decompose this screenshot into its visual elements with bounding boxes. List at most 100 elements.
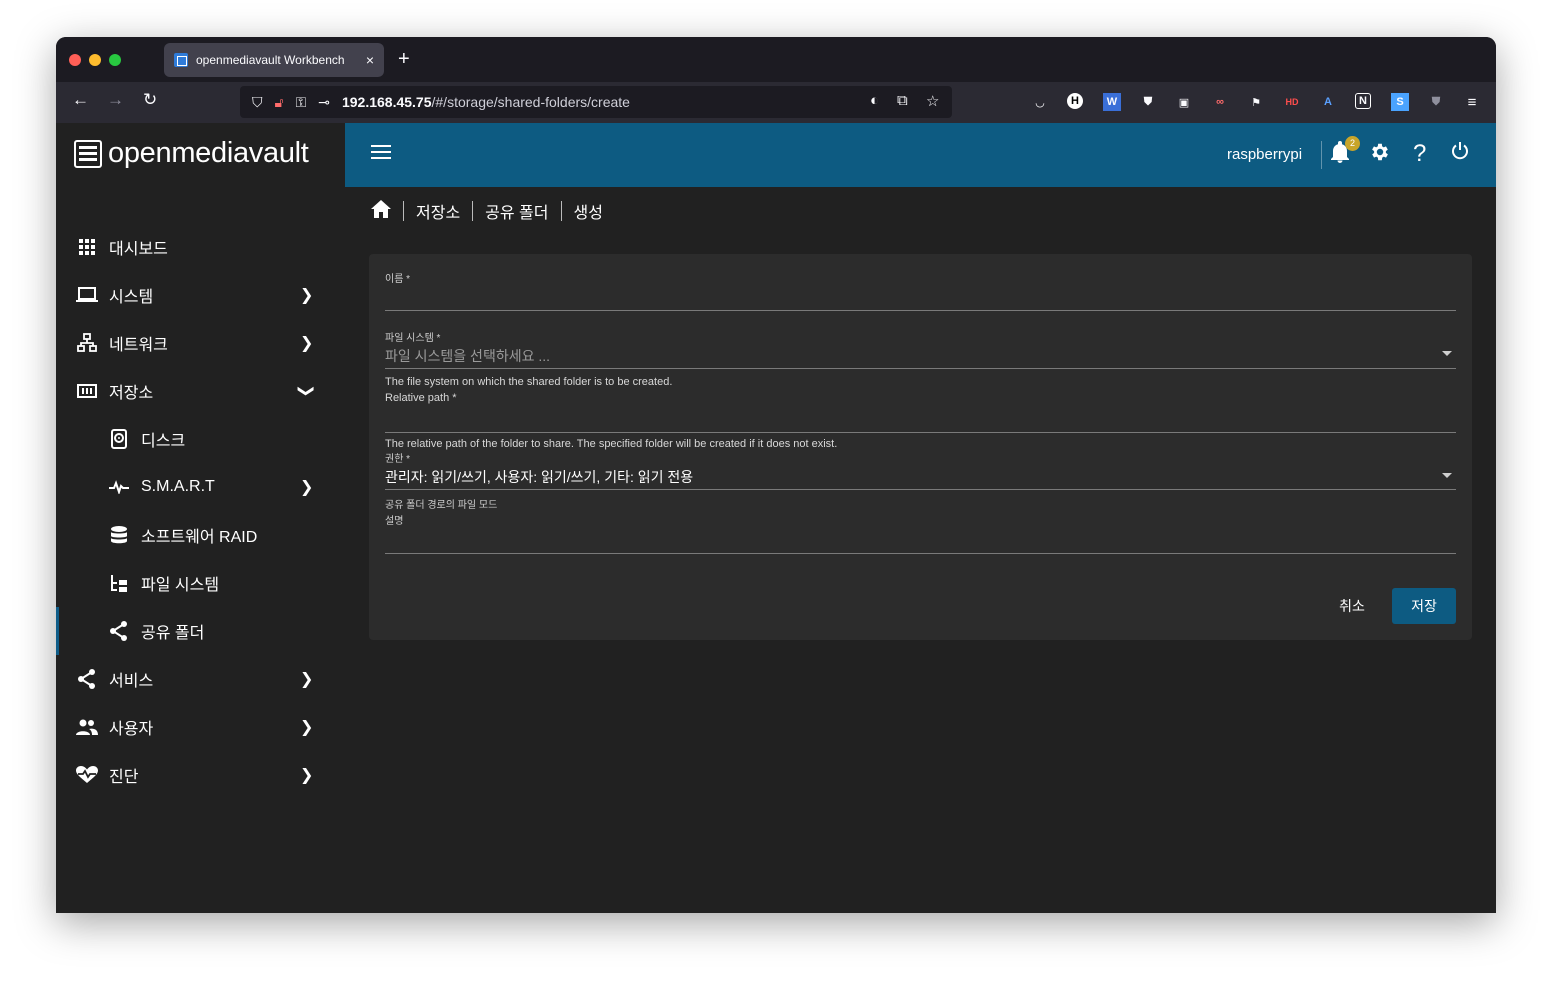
chevron-right-icon: ❯: [300, 719, 314, 736]
badge-extension-icon[interactable]: ⛊: [1427, 93, 1445, 111]
translate-extension-icon[interactable]: A: [1319, 93, 1337, 111]
chevron-right-icon: ❯: [300, 335, 314, 352]
pulse-icon: [108, 476, 130, 498]
sidebar-item-storage[interactable]: 저장소 ❯: [56, 367, 345, 415]
file-system-select[interactable]: 파일 시스템을 선택하세요 ...: [385, 346, 550, 366]
sidebar-item-label: 공유 폴더: [141, 625, 205, 642]
notion-extension-icon[interactable]: N: [1355, 93, 1371, 109]
url-path: /#/storage/shared-folders/create: [431, 94, 630, 110]
new-tab-button[interactable]: +: [398, 49, 410, 69]
heart-pulse-icon: [76, 764, 98, 786]
dropdown-caret-icon[interactable]: [1442, 351, 1452, 356]
gear-icon[interactable]: [1369, 141, 1391, 169]
openmediavault-app: openmediavault 대시보드 시스템 ❯ 네트워크 ❯ 저장소 ❯ 디…: [56, 123, 1496, 913]
permissions-select[interactable]: 관리자: 읽기/쓰기, 사용자: 읽기/쓰기, 기타: 읽기 전용: [385, 467, 693, 487]
toolbar-divider: [1321, 141, 1322, 169]
bookmark-star-icon[interactable]: ☆: [926, 92, 939, 110]
reader-mode-icon[interactable]: ◐: [870, 92, 879, 109]
notification-badge: 2: [1345, 136, 1360, 151]
relative-path-input[interactable]: [385, 406, 1456, 430]
sidebar-item-services[interactable]: 서비스 ❯: [56, 655, 345, 703]
breadcrumb-separator: [472, 201, 474, 221]
browser-navbar: ← → ↻ ⛉ 🔓︎ ⚿ ⊸ 192.168.45.75 /#/storage/…: [56, 82, 1496, 123]
breadcrumb: 저장소 공유 폴더 생성: [371, 199, 603, 223]
tab-close-icon[interactable]: ×: [366, 52, 374, 68]
sidebar-item-system[interactable]: 시스템 ❯: [56, 271, 345, 319]
pocket-icon[interactable]: ◡: [1031, 93, 1049, 111]
sidebar-item-file-systems[interactable]: 파일 시스템: [56, 559, 345, 607]
flag-extension-icon[interactable]: ⚑: [1247, 93, 1265, 111]
hamburger-menu-icon[interactable]: [371, 145, 391, 161]
tab-title: openmediavault Workbench: [196, 53, 345, 67]
key-icon[interactable]: ⊸: [318, 94, 330, 111]
relative-path-underline: [385, 432, 1456, 433]
dropdown-caret-icon[interactable]: [1442, 473, 1452, 478]
sidebar-item-network[interactable]: 네트워크 ❯: [56, 319, 345, 367]
eyes-extension-icon[interactable]: ∞: [1211, 93, 1229, 111]
sidebar-item-shared-folders[interactable]: 공유 폴더: [56, 607, 345, 655]
sidebar-item-users[interactable]: 사용자 ❯: [56, 703, 345, 751]
hd-extension-icon[interactable]: HD: [1283, 93, 1301, 111]
sidebar-item-label: 저장소: [109, 385, 154, 402]
shield-extension-icon[interactable]: ⛊: [1139, 93, 1157, 111]
name-input[interactable]: [385, 282, 1456, 308]
save-button[interactable]: 저장: [1392, 588, 1456, 624]
close-window-button[interactable]: [69, 54, 81, 66]
chevron-right-icon: ❯: [300, 479, 314, 496]
sidebar-item-label: 파일 시스템: [141, 577, 220, 594]
minimize-window-button[interactable]: [89, 54, 101, 66]
permissions-icon[interactable]: ⚿: [296, 94, 307, 111]
permissions-label: 권한 *: [385, 454, 411, 465]
logo-icon: [74, 139, 102, 168]
sidebar-item-label: 진단: [109, 769, 139, 786]
share-icon: [76, 668, 98, 690]
permissions-hint: 공유 폴더 경로의 파일 모드: [385, 500, 498, 511]
translate-icon[interactable]: ⧉: [897, 92, 908, 109]
relative-path-hint: The relative path of the folder to share…: [385, 438, 838, 450]
forward-arrow-icon[interactable]: →: [107, 90, 124, 110]
browser-tab[interactable]: openmediavault Workbench ×: [164, 43, 384, 77]
sidebar: openmediavault 대시보드 시스템 ❯ 네트워크 ❯ 저장소 ❯ 디…: [56, 123, 345, 913]
home-icon[interactable]: [371, 199, 391, 223]
sidebar-item-disks[interactable]: 디스크: [56, 415, 345, 463]
file-system-label: 파일 시스템 *: [385, 333, 441, 344]
power-icon[interactable]: [1450, 141, 1470, 167]
s-extension-icon[interactable]: S: [1391, 93, 1409, 111]
zoom-window-button[interactable]: [109, 54, 121, 66]
word-extension-icon[interactable]: W: [1103, 93, 1121, 111]
cancel-button[interactable]: 취소: [1327, 588, 1377, 624]
sidebar-item-label: 사용자: [109, 721, 154, 738]
logo[interactable]: openmediavault: [74, 137, 309, 170]
h-extension-icon[interactable]: H: [1067, 93, 1083, 109]
relative-path-label: Relative path *: [385, 392, 457, 404]
sidebar-item-label: S.M.A.R.T: [141, 478, 215, 495]
chevron-right-icon: ❯: [300, 671, 314, 688]
insecure-lock-icon[interactable]: 🔓︎: [275, 94, 284, 111]
shield-icon[interactable]: ⛉: [252, 94, 263, 111]
screenshot-extension-icon[interactable]: ▣: [1175, 93, 1193, 111]
breadcrumb-storage[interactable]: 저장소: [416, 199, 460, 223]
file-tree-icon: [108, 572, 130, 594]
breadcrumb-shared-folders[interactable]: 공유 폴더: [485, 199, 548, 223]
description-input[interactable]: [385, 526, 1456, 552]
description-label: 설명: [385, 516, 404, 527]
url-bar[interactable]: ⛉ 🔓︎ ⚿ ⊸ 192.168.45.75 /#/storage/shared…: [240, 86, 952, 118]
sidebar-item-label: 소프트웨어 RAID: [141, 529, 258, 546]
breadcrumb-create: 생성: [573, 205, 603, 222]
sidebar-item-label: 디스크: [141, 433, 186, 450]
username[interactable]: raspberrypi: [1227, 146, 1302, 163]
sidebar-item-diagnostics[interactable]: 진단 ❯: [56, 751, 345, 799]
sidebar-item-software-raid[interactable]: 소프트웨어 RAID: [56, 511, 345, 559]
chevron-down-icon: ❯: [297, 384, 315, 398]
back-arrow-icon[interactable]: ←: [72, 90, 89, 110]
users-icon: [76, 716, 98, 738]
sidebar-item-dashboard[interactable]: 대시보드: [56, 223, 345, 271]
logo-text: openmediavault: [108, 137, 309, 169]
network-icon: [76, 332, 98, 354]
share-icon: [108, 620, 130, 642]
reload-icon[interactable]: ↻: [143, 90, 157, 110]
sidebar-item-smart[interactable]: S.M.A.R.T ❯: [56, 463, 345, 511]
browser-menu-icon[interactable]: ≡: [1463, 93, 1481, 111]
help-icon[interactable]: ?: [1413, 141, 1426, 167]
browser-window: openmediavault Workbench × + ← → ↻ ⛉ 🔓︎ …: [56, 37, 1496, 913]
